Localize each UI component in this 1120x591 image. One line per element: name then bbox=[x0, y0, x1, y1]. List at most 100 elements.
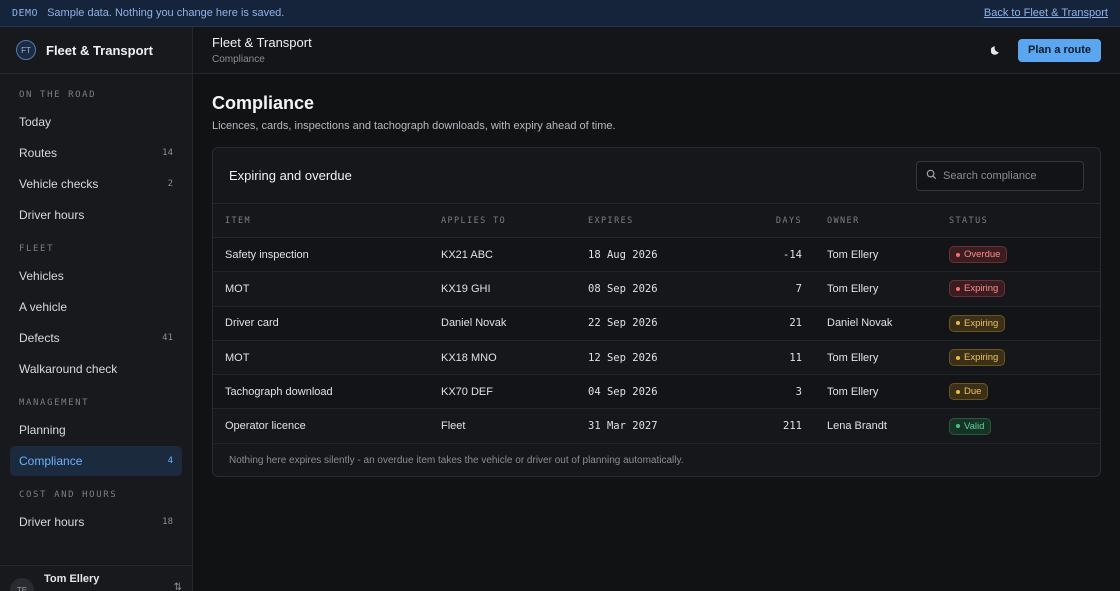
table-body: Safety inspection KX21 ABC 18 Aug 2026 -14 T… bbox=[213, 238, 1100, 444]
cell-days: 21 bbox=[789, 317, 802, 330]
sidebar-item-driver-hours[interactable]: Driver hours bbox=[10, 200, 182, 230]
cell-owner: Daniel Novak bbox=[827, 317, 893, 330]
table-row[interactable]: Operator licence Fleet 31 Mar 2027 211 Lena … bbox=[213, 409, 1100, 444]
status-label: Expiring bbox=[964, 352, 999, 364]
cell-status: Expiring bbox=[949, 349, 1100, 367]
nav-section: COST AND HOURS Driver hours 18 bbox=[0, 490, 192, 537]
demo-message: Sample data. Nothing you change here is … bbox=[47, 7, 285, 19]
sidebar-item-label: Routes bbox=[19, 146, 58, 160]
compliance-card: Expiring and overdue ITEM APPLIES TO EXP… bbox=[212, 147, 1101, 477]
topbar-subtitle: Compliance bbox=[212, 54, 265, 65]
sidebar-item-label: Vehicle checks bbox=[19, 177, 99, 191]
col-item[interactable]: ITEM bbox=[213, 216, 441, 226]
sidebar-item-label: Walkaround check bbox=[19, 362, 118, 376]
card-title: Expiring and overdue bbox=[229, 168, 352, 183]
cell-owner: Tom Ellery bbox=[827, 282, 879, 295]
col-applies-to[interactable]: APPLIES TO bbox=[441, 216, 588, 226]
sidebar-item-label: Vehicles bbox=[19, 269, 64, 283]
nav-section: MANAGEMENT Planning Compliance 4 bbox=[0, 398, 192, 476]
sidebar: FT Fleet & Transport ON THE ROAD Today Rou… bbox=[0, 27, 193, 591]
col-owner[interactable]: OWNER bbox=[802, 216, 949, 226]
cell-expires: 18 Aug 2026 bbox=[588, 248, 658, 261]
sidebar-item-vehicle-checks[interactable]: Vehicle checks 2 bbox=[10, 169, 182, 199]
cell-owner: Tom Ellery bbox=[827, 248, 879, 261]
cell-applies-to: KX70 DEF bbox=[441, 385, 493, 398]
sidebar-item-walkaround-check[interactable]: Walkaround check bbox=[10, 354, 182, 384]
moon-icon[interactable] bbox=[988, 42, 1004, 58]
table-row[interactable]: Driver card Daniel Novak 22 Sep 2026 21 Dani… bbox=[213, 306, 1100, 341]
cell-status: Due bbox=[949, 383, 1100, 401]
nav-section-label: MANAGEMENT bbox=[19, 398, 90, 408]
sidebar-item-count: 18 bbox=[162, 517, 173, 527]
status-badge: Due bbox=[949, 383, 989, 401]
status-badge: Expiring bbox=[949, 280, 1006, 298]
search-box[interactable] bbox=[916, 160, 1084, 191]
sidebar-item-count: 4 bbox=[167, 456, 173, 466]
sidebar-item-today[interactable]: Today bbox=[10, 107, 182, 137]
status-dot-icon bbox=[956, 321, 960, 326]
nav-section-label: FLEET bbox=[19, 244, 55, 254]
sidebar-item-label: Compliance bbox=[19, 454, 83, 468]
topbar: Fleet & Transport Compliance Plan a rout… bbox=[193, 27, 1120, 74]
table-row[interactable]: MOT KX19 GHI 08 Sep 2026 7 Tom Ellery Expirin… bbox=[213, 272, 1100, 307]
col-days[interactable]: DAYS bbox=[708, 216, 802, 226]
cell-status: Expiring bbox=[949, 314, 1100, 332]
sidebar-item-label: Driver hours bbox=[19, 208, 85, 222]
sidebar-item-planning[interactable]: Planning bbox=[10, 415, 182, 445]
brand[interactable]: FT Fleet & Transport bbox=[0, 27, 192, 74]
col-expires[interactable]: EXPIRES bbox=[588, 216, 708, 226]
sidebar-item-a-vehicle[interactable]: A vehicle bbox=[10, 292, 182, 322]
user-name: Tom Ellery bbox=[44, 573, 100, 585]
nav-section-label: COST AND HOURS bbox=[19, 490, 118, 500]
search-input[interactable] bbox=[943, 169, 1073, 182]
cell-applies-to: Fleet bbox=[441, 420, 466, 433]
status-badge: Expiring bbox=[949, 314, 1006, 332]
user-menu[interactable]: TE Tom Ellery ⇅ bbox=[0, 565, 192, 591]
cell-days: 3 bbox=[795, 385, 802, 398]
cell-applies-to: Daniel Novak bbox=[441, 317, 507, 330]
sidebar-item-count: 14 bbox=[162, 148, 173, 158]
status-label: Expiring bbox=[964, 317, 999, 329]
card-header: Expiring and overdue bbox=[213, 148, 1100, 204]
switch-icon[interactable]: ⇅ bbox=[174, 582, 182, 591]
page-header: Compliance Licences, cards, inspections … bbox=[212, 93, 1101, 132]
table-header: ITEM APPLIES TO EXPIRES DAYS OWNER STATU… bbox=[213, 204, 1100, 238]
status-badge: Overdue bbox=[949, 246, 1008, 264]
table-row[interactable]: MOT KX18 MNO 12 Sep 2026 11 Tom Ellery Expiri… bbox=[213, 341, 1100, 376]
cell-status: Expiring bbox=[949, 280, 1100, 298]
cell-item: MOT bbox=[225, 351, 250, 364]
back-link[interactable]: Back to Fleet & Transport bbox=[984, 7, 1108, 19]
status-badge: Valid bbox=[949, 417, 992, 435]
sidebar-item-routes[interactable]: Routes 14 bbox=[10, 138, 182, 168]
page-description: Licences, cards, inspections and tachogr… bbox=[212, 120, 616, 132]
status-label: Valid bbox=[964, 420, 985, 432]
cell-days: 11 bbox=[789, 351, 802, 364]
sidebar-item-compliance[interactable]: Compliance 4 bbox=[10, 446, 182, 476]
sidebar-item-vehicles[interactable]: Vehicles bbox=[10, 261, 182, 291]
sidebar-nav: ON THE ROAD Today Routes 14 Vehicle checks 2 D… bbox=[0, 90, 192, 537]
sidebar-item-defects[interactable]: Defects 41 bbox=[10, 323, 182, 353]
cell-status: Valid bbox=[949, 417, 1100, 435]
table-row[interactable]: Tachograph download KX70 DEF 04 Sep 2026 3 T… bbox=[213, 375, 1100, 410]
cell-item: Operator licence bbox=[225, 420, 306, 433]
cell-item: Safety inspection bbox=[225, 248, 309, 261]
plan-route-button[interactable]: Plan a route bbox=[1018, 38, 1101, 62]
cell-days: -14 bbox=[783, 248, 802, 261]
sidebar-item-label: A vehicle bbox=[19, 300, 68, 314]
status-badge: Expiring bbox=[949, 349, 1006, 367]
sidebar-item-driver-hours[interactable]: Driver hours 18 bbox=[10, 507, 182, 537]
status-label: Due bbox=[964, 386, 982, 398]
sidebar-item-count: 2 bbox=[167, 179, 173, 189]
status-dot-icon bbox=[956, 355, 960, 360]
table-footnote: Nothing here expires silently - an overd… bbox=[229, 454, 684, 466]
cell-applies-to: KX18 MNO bbox=[441, 351, 497, 364]
table-row[interactable]: Safety inspection KX21 ABC 18 Aug 2026 -14 T… bbox=[213, 238, 1100, 273]
cell-owner: Tom Ellery bbox=[827, 385, 879, 398]
col-status[interactable]: STATUS bbox=[949, 216, 1100, 226]
cell-item: Tachograph download bbox=[225, 385, 333, 398]
cell-status: Overdue bbox=[949, 246, 1100, 264]
demo-banner: DEMO Sample data. Nothing you change her… bbox=[0, 0, 1120, 27]
status-dot-icon bbox=[956, 286, 960, 291]
status-label: Overdue bbox=[964, 249, 1001, 261]
cell-expires: 31 Mar 2027 bbox=[588, 420, 658, 433]
